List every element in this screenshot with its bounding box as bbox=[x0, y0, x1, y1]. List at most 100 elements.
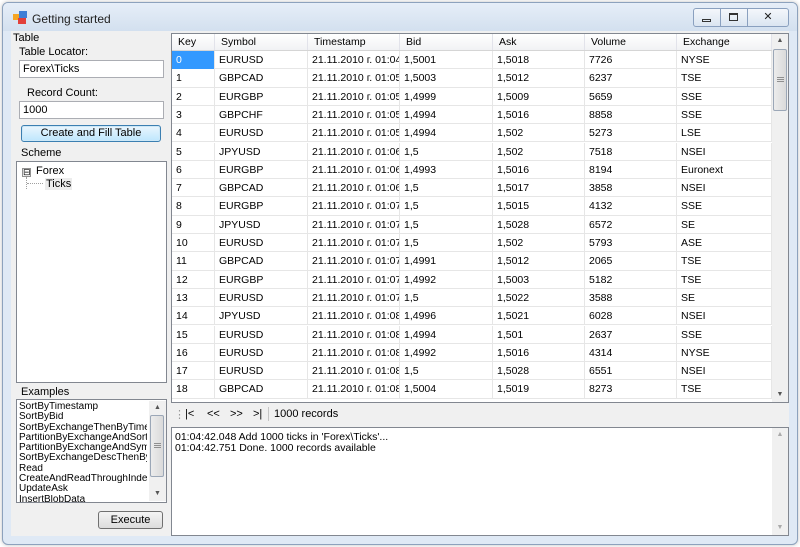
cell-exchange[interactable]: SSE bbox=[677, 87, 772, 106]
cell-volume[interactable]: 8273 bbox=[585, 380, 677, 399]
cell-exchange[interactable]: NYSE bbox=[677, 51, 772, 69]
cell-bid[interactable]: 1,4992 bbox=[400, 270, 493, 289]
table-row[interactable]: 0 EURUSD 21.11.2010 г. 01:04 1,5001 1,5018 77… bbox=[172, 51, 772, 70]
cell-timestamp[interactable]: 21.11.2010 г. 01:04 bbox=[308, 51, 400, 69]
cell-key[interactable]: 0 bbox=[172, 51, 215, 69]
scheme-tree[interactable]: ⊟ Forex Ticks bbox=[16, 161, 167, 383]
cell-bid[interactable]: 1,5 bbox=[400, 234, 493, 252]
table-row[interactable]: 9 JPYUSD 21.11.2010 г. 01:07 1,5 1,5028 6572 S… bbox=[172, 215, 772, 234]
nav-next-button[interactable]: >> bbox=[230, 408, 243, 420]
cell-volume[interactable]: 8858 bbox=[585, 105, 677, 124]
cell-ask[interactable]: 1,5016 bbox=[493, 105, 585, 124]
table-row[interactable]: 18 GBPCAD 21.11.2010 г. 01:08 1,5004 1,5019 8… bbox=[172, 380, 772, 399]
cell-bid[interactable]: 1,5 bbox=[400, 215, 493, 234]
cell-exchange[interactable]: TSE bbox=[677, 69, 772, 88]
cell-symbol[interactable]: EURUSD bbox=[215, 124, 308, 143]
cell-volume[interactable]: 4132 bbox=[585, 197, 677, 216]
cell-bid[interactable]: 1,5003 bbox=[400, 69, 493, 88]
example-item[interactable]: PartitionByExchangeAndSortByT bbox=[19, 433, 147, 443]
grid-scroll-thumb[interactable] bbox=[773, 49, 787, 111]
cell-timestamp[interactable]: 21.11.2010 г. 01:07 bbox=[308, 252, 400, 271]
cell-bid[interactable]: 1,4994 bbox=[400, 105, 493, 124]
cell-ask[interactable]: 1,5017 bbox=[493, 179, 585, 198]
cell-timestamp[interactable]: 21.11.2010 г. 01:05 bbox=[308, 87, 400, 106]
column-header-ask[interactable]: Ask bbox=[493, 34, 585, 50]
cell-volume[interactable]: 3588 bbox=[585, 288, 677, 307]
cell-bid[interactable]: 1,4992 bbox=[400, 343, 493, 362]
table-row[interactable]: 14 JPYUSD 21.11.2010 г. 01:08 1,4996 1,5021 6… bbox=[172, 307, 772, 326]
cell-volume[interactable]: 6028 bbox=[585, 307, 677, 326]
cell-timestamp[interactable]: 21.11.2010 г. 01:08 bbox=[308, 380, 400, 399]
cell-exchange[interactable]: NSEI bbox=[677, 362, 772, 381]
cell-exchange[interactable]: NSEI bbox=[677, 179, 772, 198]
cell-key[interactable]: 18 bbox=[172, 380, 215, 399]
cell-volume[interactable]: 5659 bbox=[585, 87, 677, 106]
cell-ask[interactable]: 1,5012 bbox=[493, 252, 585, 271]
examples-scroll-thumb[interactable] bbox=[150, 415, 164, 477]
scroll-down-arrow-icon[interactable]: ▼ bbox=[149, 487, 166, 501]
log-scrollbar[interactable]: ▲ ▼ bbox=[772, 428, 788, 535]
title-bar[interactable]: Getting started ✕ bbox=[3, 3, 797, 31]
example-item[interactable]: CreateAndReadThroughIndex bbox=[19, 474, 147, 484]
cell-exchange[interactable]: NSEI bbox=[677, 307, 772, 326]
table-row[interactable]: 2 EURGBP 21.11.2010 г. 01:05 1,4999 1,5009 56… bbox=[172, 87, 772, 106]
cell-exchange[interactable]: SSE bbox=[677, 105, 772, 124]
cell-bid[interactable]: 1,5004 bbox=[400, 380, 493, 399]
cell-timestamp[interactable]: 21.11.2010 г. 01:07 bbox=[308, 197, 400, 216]
table-row[interactable]: 13 EURUSD 21.11.2010 г. 01:07 1,5 1,5022 3588… bbox=[172, 288, 772, 308]
cell-symbol[interactable]: JPYUSD bbox=[215, 215, 308, 234]
column-header-exchange[interactable]: Exchange bbox=[677, 34, 772, 50]
cell-symbol[interactable]: EURUSD bbox=[215, 234, 308, 252]
cell-bid[interactable]: 1,4991 bbox=[400, 252, 493, 271]
record-count-input[interactable]: 1000 bbox=[19, 101, 164, 119]
cell-timestamp[interactable]: 21.11.2010 г. 01:05 bbox=[308, 105, 400, 124]
example-item[interactable]: PartitionByExchangeAndSymbol/ bbox=[19, 443, 147, 453]
cell-volume[interactable]: 4314 bbox=[585, 343, 677, 362]
table-row[interactable]: 4 EURUSD 21.11.2010 г. 01:05 1,4994 1,502 527… bbox=[172, 124, 772, 143]
cell-volume[interactable]: 3858 bbox=[585, 179, 677, 198]
table-row[interactable]: 10 EURUSD 21.11.2010 г. 01:07 1,5 1,502 5793 A… bbox=[172, 234, 772, 253]
cell-ask[interactable]: 1,501 bbox=[493, 325, 585, 344]
cell-key[interactable]: 5 bbox=[172, 142, 215, 161]
cell-symbol[interactable]: EURGBP bbox=[215, 160, 308, 179]
nav-last-button[interactable]: >| bbox=[253, 408, 262, 420]
cell-symbol[interactable]: GBPCAD bbox=[215, 69, 308, 88]
cell-volume[interactable]: 6572 bbox=[585, 215, 677, 234]
cell-exchange[interactable]: LSE bbox=[677, 124, 772, 143]
cell-symbol[interactable]: GBPCAD bbox=[215, 252, 308, 271]
table-locator-input[interactable]: Forex\Ticks bbox=[19, 60, 164, 78]
cell-exchange[interactable]: NYSE bbox=[677, 343, 772, 362]
cell-exchange[interactable]: SSE bbox=[677, 197, 772, 216]
cell-key[interactable]: 13 bbox=[172, 288, 215, 307]
examples-scrollbar[interactable]: ▲ ▼ bbox=[149, 401, 166, 501]
cell-key[interactable]: 15 bbox=[172, 325, 215, 344]
cell-key[interactable]: 3 bbox=[172, 105, 215, 124]
table-row[interactable]: 8 EURGBP 21.11.2010 г. 01:07 1,5 1,5015 4132 S… bbox=[172, 197, 772, 216]
cell-bid[interactable]: 1,4994 bbox=[400, 124, 493, 143]
column-header-timestamp[interactable]: Timestamp bbox=[308, 34, 400, 50]
scroll-up-arrow-icon[interactable]: ▲ bbox=[772, 34, 788, 48]
scroll-down-arrow-icon[interactable]: ▼ bbox=[772, 388, 788, 402]
cell-timestamp[interactable]: 21.11.2010 г. 01:08 bbox=[308, 307, 400, 326]
cell-ask[interactable]: 1,5021 bbox=[493, 307, 585, 326]
cell-timestamp[interactable]: 21.11.2010 г. 01:06 bbox=[308, 142, 400, 161]
cell-volume[interactable]: 5793 bbox=[585, 234, 677, 252]
cell-volume[interactable]: 2637 bbox=[585, 325, 677, 344]
cell-timestamp[interactable]: 21.11.2010 г. 01:08 bbox=[308, 343, 400, 362]
nav-prev-button[interactable]: << bbox=[207, 408, 220, 420]
cell-symbol[interactable]: EURUSD bbox=[215, 362, 308, 381]
cell-ask[interactable]: 1,5016 bbox=[493, 343, 585, 362]
cell-ask[interactable]: 1,5015 bbox=[493, 197, 585, 216]
scroll-up-arrow-icon[interactable]: ▲ bbox=[149, 401, 166, 415]
cell-bid[interactable]: 1,5 bbox=[400, 362, 493, 381]
cell-ask[interactable]: 1,5028 bbox=[493, 215, 585, 234]
table-row[interactable]: 16 EURUSD 21.11.2010 г. 01:08 1,4992 1,5016 4… bbox=[172, 343, 772, 363]
cell-symbol[interactable]: EURUSD bbox=[215, 51, 308, 69]
cell-ask[interactable]: 1,5018 bbox=[493, 51, 585, 69]
cell-timestamp[interactable]: 21.11.2010 г. 01:06 bbox=[308, 179, 400, 198]
cell-bid[interactable]: 1,4996 bbox=[400, 307, 493, 326]
table-row[interactable]: 17 EURUSD 21.11.2010 г. 01:08 1,5 1,5028 6551… bbox=[172, 362, 772, 381]
table-row[interactable]: 5 JPYUSD 21.11.2010 г. 01:06 1,5 1,502 7518 NS… bbox=[172, 142, 772, 161]
examples-list[interactable]: SortByTimestamp SortByBid SortByExchangeTh… bbox=[16, 399, 167, 503]
cell-key[interactable]: 9 bbox=[172, 215, 215, 234]
